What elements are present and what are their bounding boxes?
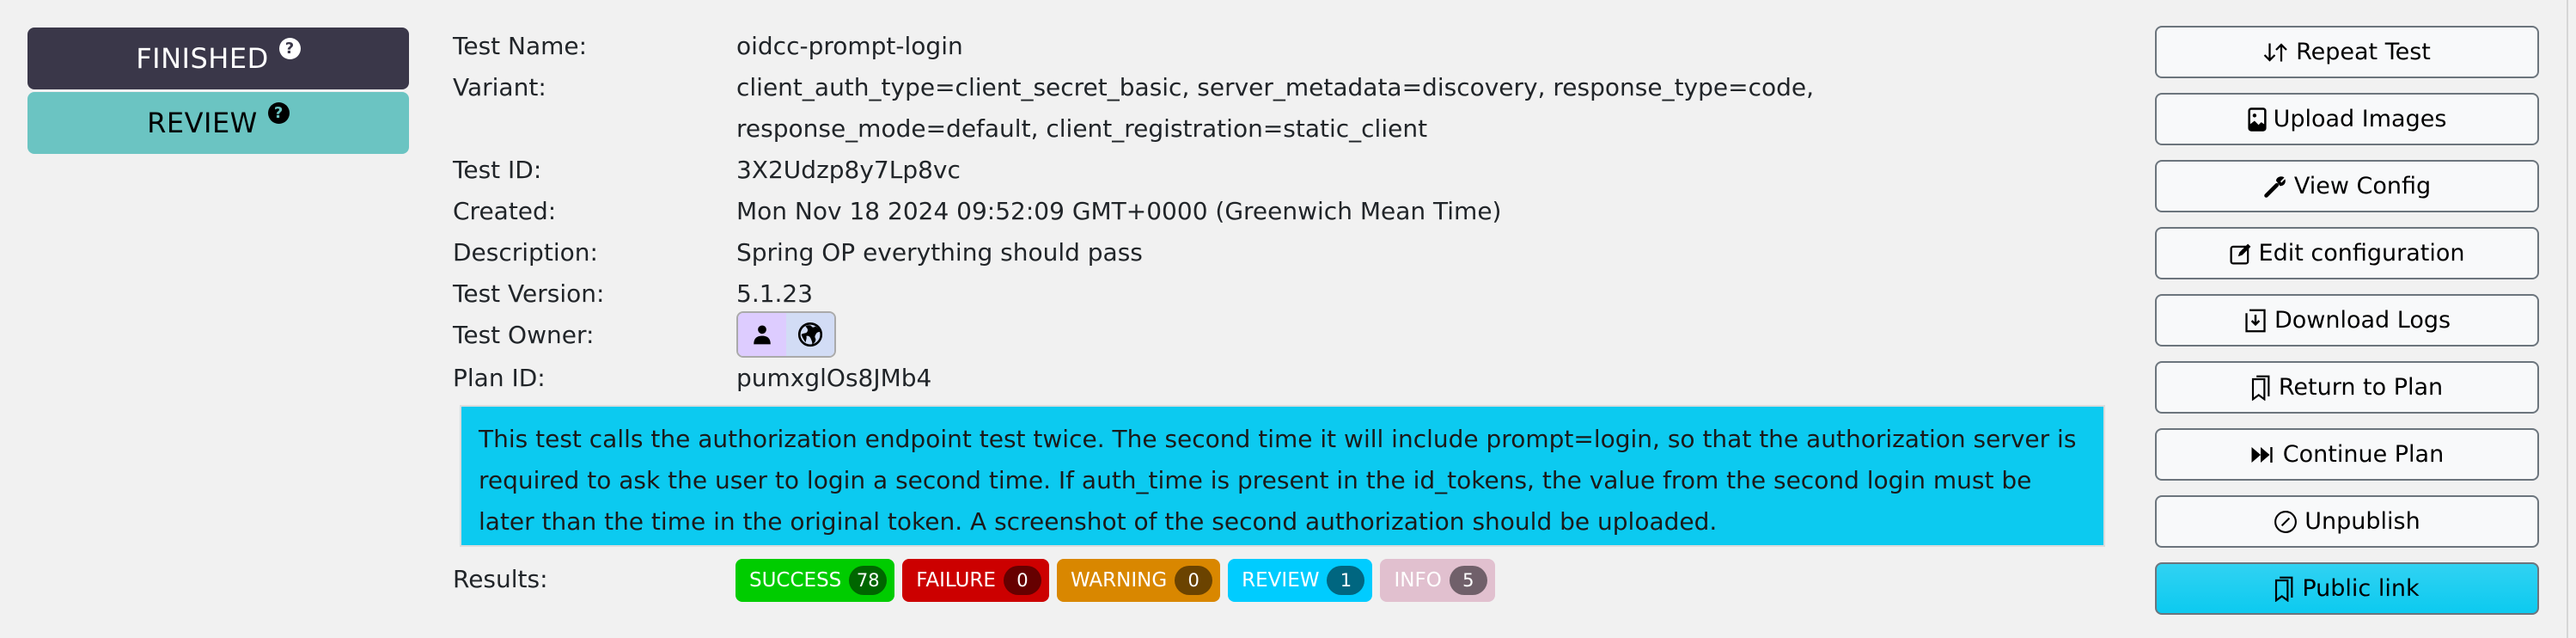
info-label: Test ID: <box>453 156 542 184</box>
info-row-variant: Variant: client_auth_type=client_secret_… <box>453 67 2094 150</box>
info-label: Test Version: <box>453 279 605 308</box>
results-badges: SUCCESS 78 FAILURE 0 WARNING 0 REVIEW 1 … <box>736 559 1495 602</box>
badge-label: FAILURE <box>916 569 996 592</box>
info-label: Variant: <box>453 73 546 101</box>
info-label: Plan ID: <box>453 364 546 392</box>
panel-border <box>2567 0 2568 638</box>
continue-plan-button[interactable]: Continue Plan <box>2155 428 2539 481</box>
user-icon <box>754 325 771 345</box>
button-label: Edit configuration <box>2258 240 2465 267</box>
slash-circle-icon <box>2274 510 2298 534</box>
download-logs-button[interactable]: Download Logs <box>2155 294 2539 347</box>
description-value: Spring OP everything should pass <box>736 238 1143 267</box>
info-row-test-version: Test Version: 5.1.23 <box>453 273 2094 315</box>
button-label: Repeat Test <box>2296 39 2431 65</box>
download-icon <box>2243 309 2268 333</box>
info-row-created: Created: Mon Nov 18 2024 09:52:09 GMT+00… <box>453 191 2094 232</box>
info-row-test-name: Test Name: oidcc-prompt-login <box>453 26 2094 67</box>
result-badge-success[interactable]: SUCCESS 78 <box>736 559 895 602</box>
button-label: Return to Plan <box>2278 374 2444 401</box>
test-info-table: Test Name: oidcc-prompt-login Variant: c… <box>453 26 2094 399</box>
edit-configuration-button[interactable]: Edit configuration <box>2155 227 2539 279</box>
edit-icon <box>2230 242 2252 265</box>
test-id-value: 3X2Udzp8y7Lp8vc <box>736 156 961 184</box>
button-label: Continue Plan <box>2282 441 2445 468</box>
test-summary-alert: This test calls the authorization endpoi… <box>460 405 2105 547</box>
bookmarks-icon <box>2251 375 2272 401</box>
image-icon <box>2248 107 2267 132</box>
fast-forward-icon <box>2250 445 2276 464</box>
info-row-test-id: Test ID: 3X2Udzp8y7Lp8vc <box>453 150 2094 191</box>
help-icon[interactable]: ? <box>278 37 301 59</box>
badge-count: 1 <box>1327 566 1365 595</box>
variant-value: client_auth_type=client_secret_basic, se… <box>736 73 1815 143</box>
help-icon[interactable]: ? <box>267 101 290 124</box>
test-version-value: 5.1.23 <box>736 279 814 308</box>
button-label: Unpublish <box>2304 508 2420 535</box>
owner-user-button[interactable] <box>738 313 786 356</box>
test-name-value: oidcc-prompt-login <box>736 32 963 60</box>
badge-count: 0 <box>1175 566 1213 595</box>
unpublish-button[interactable]: Unpublish <box>2155 495 2539 548</box>
upload-images-button[interactable]: Upload Images <box>2155 93 2539 145</box>
test-actions: Repeat Test Upload Images View Config Ed… <box>2155 26 2539 629</box>
button-label: Download Logs <box>2274 307 2451 334</box>
button-label: View Config <box>2293 173 2432 199</box>
badge-count: 5 <box>1449 566 1487 595</box>
button-label: Upload Images <box>2273 106 2447 132</box>
info-row-test-owner: Test Owner: <box>453 311 2094 358</box>
test-status-badge: FINISHED ? <box>27 28 409 89</box>
wrench-icon <box>2263 175 2287 199</box>
public-link-button[interactable]: Public link <box>2155 562 2539 615</box>
view-config-button[interactable]: View Config <box>2155 160 2539 212</box>
result-badge-info[interactable]: INFO 5 <box>1380 559 1495 602</box>
result-badge-warning[interactable]: WARNING 0 <box>1056 559 1221 602</box>
owner-button-group <box>736 311 836 358</box>
owner-public-button[interactable] <box>786 313 834 356</box>
globe-icon <box>797 322 823 347</box>
results-label: Results: <box>453 565 548 593</box>
created-value: Mon Nov 18 2024 09:52:09 GMT+0000 (Green… <box>736 197 1502 225</box>
repeat-test-button[interactable]: Repeat Test <box>2155 26 2539 78</box>
badge-count: 78 <box>849 566 888 595</box>
badge-label: INFO <box>1394 569 1442 592</box>
info-row-plan-id: Plan ID: pumxglOs8JMb4 <box>453 358 2094 399</box>
info-row-description: Description: Spring OP everything should… <box>453 232 2094 273</box>
test-result-badge: REVIEW ? <box>27 92 409 154</box>
info-label: Created: <box>453 197 557 225</box>
return-to-plan-button[interactable]: Return to Plan <box>2155 361 2539 414</box>
bookmarks-icon <box>2274 576 2295 602</box>
info-label: Test Owner: <box>453 321 595 349</box>
badge-label: REVIEW <box>1242 569 1320 592</box>
result-badge-review[interactable]: REVIEW 1 <box>1228 559 1373 602</box>
info-label: Test Name: <box>453 32 588 60</box>
badge-count: 0 <box>1003 566 1041 595</box>
info-label: Description: <box>453 238 598 267</box>
badge-label: SUCCESS <box>749 569 842 592</box>
test-owner-value <box>736 311 2094 358</box>
test-result-label: REVIEW <box>147 107 258 139</box>
plan-id-value: pumxglOs8JMb4 <box>736 364 932 392</box>
button-label: Public link <box>2302 575 2420 602</box>
badge-label: WARNING <box>1070 569 1168 592</box>
repeat-arrows-icon <box>2263 41 2289 64</box>
test-status-label: FINISHED <box>136 42 269 75</box>
result-badge-failure[interactable]: FAILURE 0 <box>902 559 1049 602</box>
